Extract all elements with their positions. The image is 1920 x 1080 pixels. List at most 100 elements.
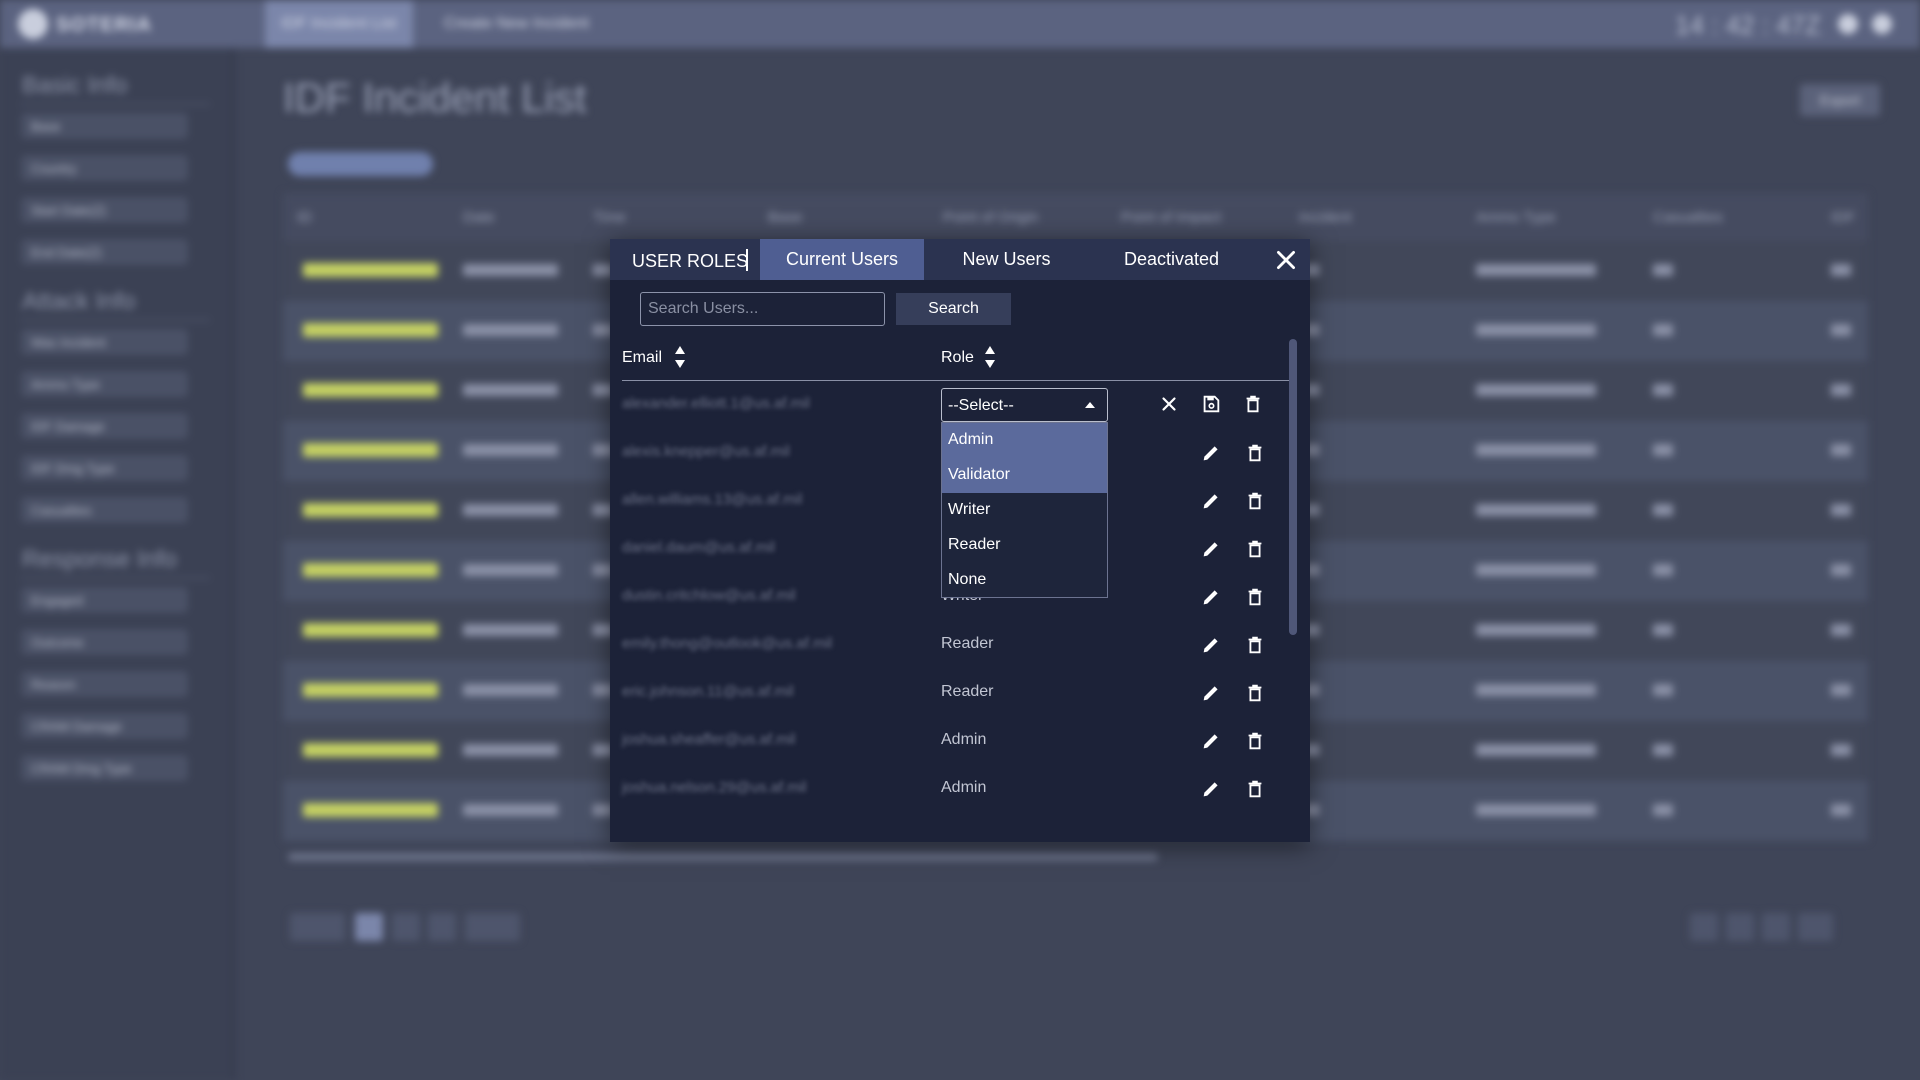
delete-icon[interactable]: [1244, 778, 1266, 800]
settings-icon[interactable]: [1838, 14, 1858, 34]
filter-chip[interactable]: [288, 152, 433, 176]
close-icon[interactable]: [1273, 247, 1299, 273]
save-icon[interactable]: [1200, 393, 1222, 415]
page-size-button[interactable]: [1690, 913, 1718, 941]
filter-field[interactable]: End Date(Z): [22, 240, 187, 264]
filter-field[interactable]: Engaged: [22, 588, 187, 612]
filter-sidebar: Basic Info Base Country Start Date(Z) En…: [0, 48, 235, 1080]
table-cell: [1653, 504, 1673, 516]
nav-tab-create-incident[interactable]: Create New Incident: [428, 0, 605, 48]
delete-icon[interactable]: [1244, 442, 1266, 464]
incident-id-link[interactable]: [303, 803, 438, 817]
delete-icon[interactable]: [1244, 586, 1266, 608]
email-column-header[interactable]: Email: [622, 349, 662, 367]
grid-header-cell[interactable]: ID: [297, 209, 312, 226]
table-cell: [1653, 744, 1673, 756]
pager-page-button[interactable]: [355, 913, 383, 941]
page-size-button[interactable]: [1762, 913, 1790, 941]
incident-id-link[interactable]: [303, 743, 438, 757]
filter-field[interactable]: Base: [22, 114, 187, 138]
incident-id-link[interactable]: [303, 563, 438, 577]
divider: [20, 103, 210, 105]
user-email: daniel.daum@us.af.mil: [622, 539, 775, 556]
grid-header-cell[interactable]: Point of Origin: [943, 209, 1038, 226]
role-option-admin[interactable]: Admin: [942, 423, 1107, 458]
filter-field[interactable]: Was Incident: [22, 330, 187, 354]
delete-icon[interactable]: [1242, 393, 1264, 415]
nav-tab-incident-list[interactable]: IDF Incident List: [265, 0, 413, 48]
table-cell: [463, 564, 558, 576]
filter-field[interactable]: IDF Damage: [22, 414, 187, 438]
grid-header-cell[interactable]: Point of Impact: [1121, 209, 1221, 226]
role-option-none[interactable]: None: [942, 563, 1107, 598]
edit-icon[interactable]: [1200, 586, 1222, 608]
incident-id-link[interactable]: [303, 443, 438, 457]
pager-first-button[interactable]: [290, 913, 345, 941]
role-option-validator[interactable]: Validator: [942, 458, 1107, 493]
grid-header: ID Date Time Base Point of Origin Point …: [283, 193, 1868, 241]
table-cell: [1831, 384, 1851, 396]
delete-icon[interactable]: [1244, 490, 1266, 512]
incident-id-link[interactable]: [303, 683, 438, 697]
edit-icon[interactable]: [1200, 730, 1222, 752]
tab-current-users[interactable]: Current Users: [760, 239, 924, 280]
user-icon[interactable]: [1872, 14, 1892, 34]
delete-icon[interactable]: [1244, 538, 1266, 560]
horizontal-scrollbar[interactable]: [288, 853, 1158, 861]
delete-icon[interactable]: [1244, 634, 1266, 656]
filter-field[interactable]: CRAM Dmg Type: [22, 756, 187, 780]
edit-icon[interactable]: [1200, 682, 1222, 704]
grid-header-cell[interactable]: Time: [593, 209, 626, 226]
sort-icon[interactable]: [674, 343, 686, 371]
table-cell: [1653, 684, 1673, 696]
sort-icon[interactable]: [984, 343, 996, 371]
filter-field[interactable]: Casualties: [22, 498, 187, 522]
grid-header-cell[interactable]: Incident: [1299, 209, 1352, 226]
grid-header-cell[interactable]: Date: [463, 209, 495, 226]
pager-page-button[interactable]: [428, 913, 456, 941]
filter-field[interactable]: Country: [22, 156, 187, 180]
edit-icon[interactable]: [1200, 538, 1222, 560]
role-option-reader[interactable]: Reader: [942, 528, 1107, 563]
incident-id-link[interactable]: [303, 263, 438, 277]
pager-last-button[interactable]: [465, 913, 520, 941]
incident-id-link[interactable]: [303, 503, 438, 517]
role-select[interactable]: --Select--: [941, 388, 1108, 422]
incident-id-link[interactable]: [303, 323, 438, 337]
page-size-button[interactable]: [1726, 913, 1754, 941]
cancel-edit-icon[interactable]: [1158, 393, 1180, 415]
filter-field[interactable]: IDF Dmg Type: [22, 456, 187, 480]
pager-page-button[interactable]: [392, 913, 420, 941]
edit-icon[interactable]: [1200, 442, 1222, 464]
edit-icon[interactable]: [1200, 490, 1222, 512]
tab-new-users[interactable]: New Users: [924, 239, 1089, 280]
incident-id-link[interactable]: [303, 383, 438, 397]
filter-field[interactable]: CRAM Damage: [22, 714, 187, 738]
export-button[interactable]: Export: [1800, 84, 1880, 116]
delete-icon[interactable]: [1244, 730, 1266, 752]
grid-header-cell[interactable]: Base: [768, 209, 802, 226]
role-option-writer[interactable]: Writer: [942, 493, 1107, 528]
edit-icon[interactable]: [1200, 634, 1222, 656]
table-cell: [1476, 504, 1596, 516]
delete-icon[interactable]: [1244, 682, 1266, 704]
vertical-scrollbar[interactable]: [1289, 339, 1297, 635]
edit-icon[interactable]: [1200, 778, 1222, 800]
filter-field[interactable]: Outcome: [22, 630, 187, 654]
search-users-input[interactable]: [640, 292, 885, 326]
filter-field[interactable]: Reason: [22, 672, 187, 696]
grid-header-cell[interactable]: Casualties: [1653, 209, 1723, 226]
role-column-header[interactable]: Role: [941, 349, 974, 367]
page-size-button[interactable]: [1798, 913, 1833, 941]
search-button[interactable]: Search: [896, 293, 1011, 325]
grid-header-cell[interactable]: IDF: [1831, 209, 1855, 226]
table-cell: [1653, 444, 1673, 456]
incident-id-link[interactable]: [303, 623, 438, 637]
grid-header-cell[interactable]: Ammo Type: [1476, 209, 1556, 226]
user-role: Admin: [941, 731, 987, 748]
table-cell: [1831, 624, 1851, 636]
tab-deactivated[interactable]: Deactivated: [1089, 239, 1254, 280]
filter-field[interactable]: Start Date(Z): [22, 198, 187, 222]
user-email: eric.johnson.11@us.af.mil: [622, 683, 794, 700]
filter-field[interactable]: Ammo Type: [22, 372, 187, 396]
